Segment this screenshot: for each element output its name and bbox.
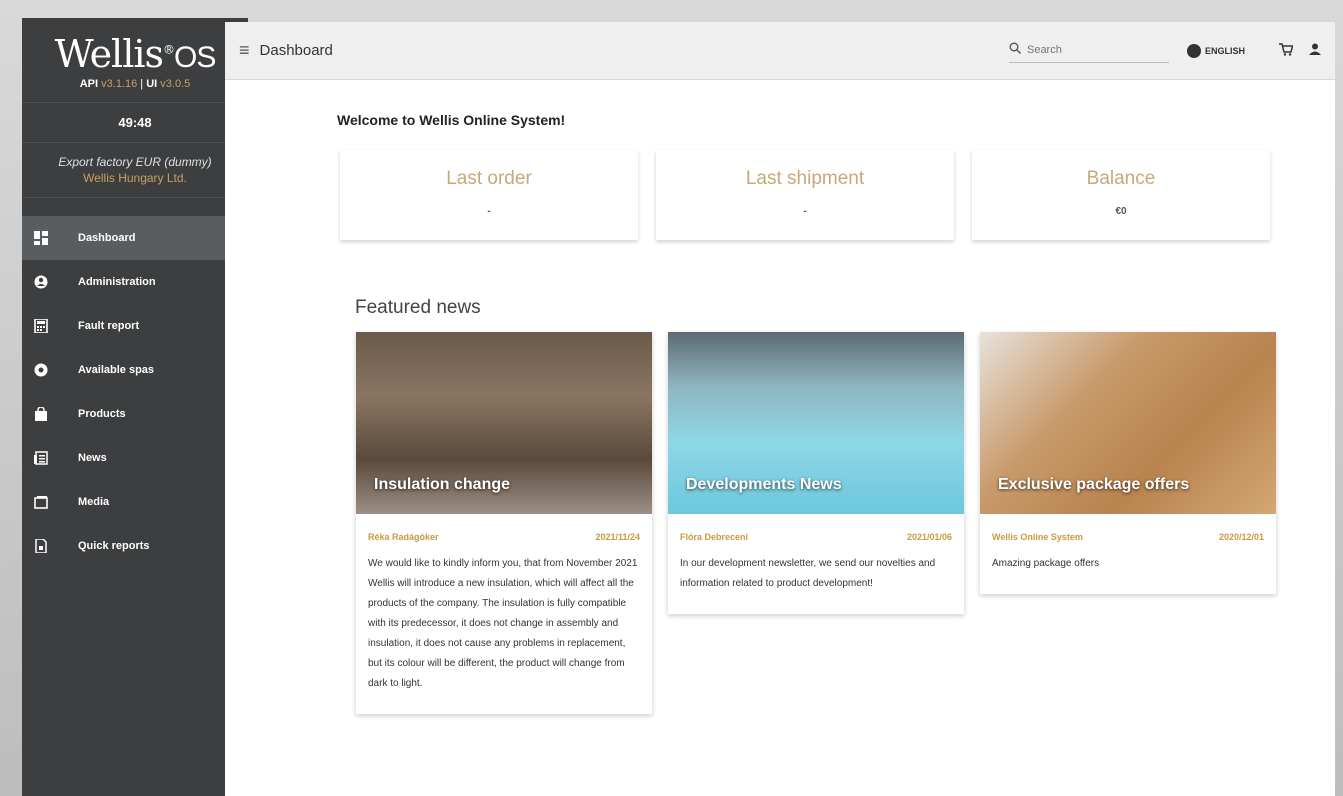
dashboard-icon [34,231,48,245]
news-author: Wellis Online System [992,532,1083,542]
sidebar-item-products[interactable]: Products [22,392,248,436]
news-image: Insulation change [356,332,652,514]
search-input[interactable] [1020,44,1151,56]
featured-news-heading: Featured news [355,297,481,318]
user-icon[interactable] [1309,43,1321,58]
news-icon [34,451,48,465]
news-date: 2021/11/24 [595,532,640,542]
menu-icon[interactable]: ≡ [239,40,250,61]
search-icon [1009,41,1022,59]
stat-card-last-order: Last order - [340,150,638,240]
news-image: Developments News [668,332,964,514]
news-card[interactable]: Exclusive package offers Wellis Online S… [980,332,1276,594]
stat-card-balance: Balance €0 [972,150,1270,240]
news-meta: Flóra Debreceni 2021/01/06 [668,514,964,550]
sidebar-item-media[interactable]: Media [22,480,248,524]
sidebar-item-available-spas[interactable]: Available spas [22,348,248,392]
factory-name: Export factory EUR (dummy) [58,155,212,169]
news-meta: Réka Radágóker 2021/11/24 [356,514,652,550]
language-label: ENGLISH [1204,45,1245,56]
news-text: In our development newsletter, we send o… [680,558,936,589]
news-date: 2021/01/06 [906,532,952,542]
news-author: Flóra Debreceni [680,532,749,542]
news-author: Réka Radágóker [368,532,439,542]
news-caption: Insulation change [374,476,511,493]
stat-value: €0 [1115,206,1127,217]
news-text: Amazing package offers [992,558,1100,569]
app-logo: Wellis®OS [54,32,217,76]
search-box[interactable] [1008,39,1169,63]
account-icon [34,275,48,289]
stat-title: Balance [1086,168,1156,189]
calculator-icon [34,319,48,333]
news-list: Insulation change Réka Radágóker 2021/11… [356,332,1276,714]
divider [22,102,248,103]
sidebar-item-label: Dashboard [78,232,136,244]
sidebar-item-label: News [78,452,107,464]
sidebar-item-label: Fault report [78,320,140,332]
language-selector[interactable]: ENGLISH [1186,43,1245,58]
welcome-heading: Welcome to Wellis Online System! [337,112,566,128]
sidebar-item-label: Administration [78,276,156,288]
sidebar-nav: Dashboard Administration Fault report Av… [22,216,248,568]
divider [22,197,248,198]
report-icon [34,539,48,553]
news-caption: Exclusive package offers [998,476,1190,493]
page-title: Dashboard [259,42,333,59]
top-bar: ≡ Dashboard ENGLISH [225,22,1335,80]
sidebar: Wellis®OS API v3.1.16 | UI v3.0.5 49:48 … [22,18,248,796]
news-card[interactable]: Developments News Flóra Debreceni 2021/0… [668,332,964,614]
main-content: ≡ Dashboard ENGLISH Welcome to Wellis On… [225,22,1335,796]
version-info: API v3.1.16 | UI v3.0.5 [79,78,191,90]
sidebar-item-quick-reports[interactable]: Quick reports [22,524,248,568]
news-date: 2020/12/01 [1218,532,1264,542]
stat-title: Last order [446,168,532,189]
news-caption: Developments News [686,476,842,493]
media-icon [34,495,48,509]
news-text: We would like to kindly inform you, that… [368,558,638,689]
stat-cards: Last order - Last shipment - Balance €0 [340,150,1270,240]
stat-card-last-shipment: Last shipment - [656,150,954,240]
sidebar-item-administration[interactable]: Administration [22,260,248,304]
cart-icon[interactable] [1279,42,1294,59]
stat-value: - [487,206,491,217]
news-meta: Wellis Online System 2020/12/01 [980,514,1276,550]
spa-icon [34,363,48,377]
sidebar-item-label: Media [78,496,110,508]
company-name: Wellis Hungary Ltd. [83,171,187,185]
divider [22,142,248,143]
news-image: Exclusive package offers [980,332,1276,514]
sidebar-item-dashboard[interactable]: Dashboard [22,216,248,260]
bag-icon [34,407,48,421]
globe-icon [1186,43,1201,58]
sidebar-item-label: Available spas [78,364,155,376]
session-timer: 49:48 [118,115,152,130]
sidebar-item-label: Quick reports [78,540,150,552]
stat-title: Last shipment [745,168,865,189]
sidebar-item-label: Products [78,408,126,420]
sidebar-item-fault-report[interactable]: Fault report [22,304,248,348]
stat-value: - [803,206,807,217]
sidebar-item-news[interactable]: News [22,436,248,480]
news-card[interactable]: Insulation change Réka Radágóker 2021/11… [356,332,652,714]
